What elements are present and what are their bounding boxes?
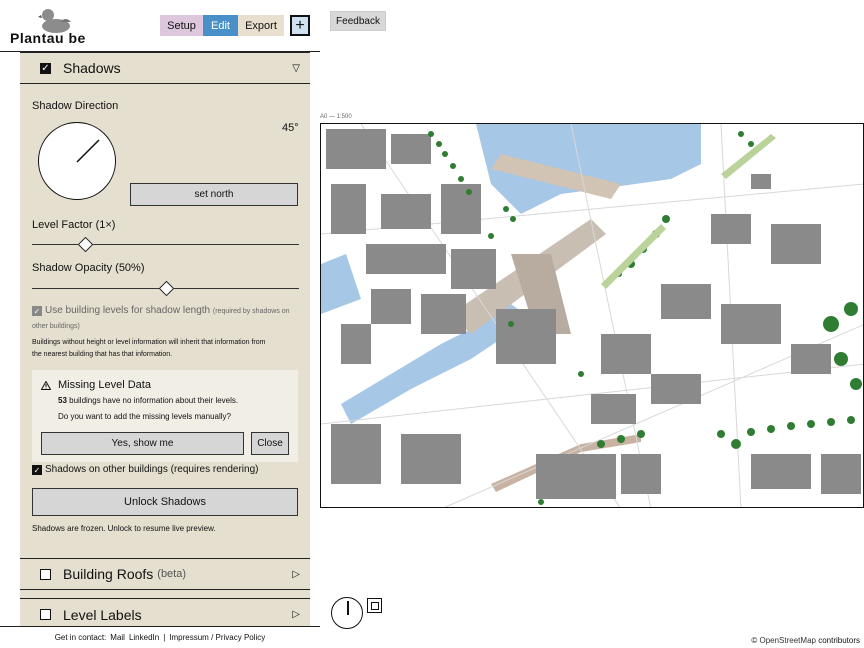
building-roofs-title: Building Roofs — [63, 566, 154, 582]
warning-title: Missing Level Data — [58, 379, 151, 391]
footer-mail-link[interactable]: Mail — [110, 633, 125, 642]
shadows-other-buildings-checkbox[interactable]: ✓ — [32, 465, 42, 475]
footer: Get in contact: Mail LinkedIn | Impressu… — [0, 626, 320, 648]
shadows-section-title: Shadows — [63, 60, 121, 76]
set-north-button[interactable]: set north — [130, 183, 298, 206]
level-labels-title: Level Labels — [63, 606, 142, 623]
add-plan-button[interactable]: + — [290, 15, 310, 36]
shadow-direction-dial[interactable] — [38, 122, 116, 200]
use-levels-note: other buildings) — [32, 323, 80, 330]
use-levels-label: Use building levels for shadow length (r… — [45, 305, 290, 316]
osm-attribution-link[interactable]: OpenStreetMap — [759, 636, 815, 645]
city-plan-drawing — [321, 124, 863, 507]
use-levels-checkbox[interactable]: ✓ — [32, 306, 42, 316]
dial-needle-icon — [76, 139, 100, 163]
footer-impressum-link[interactable]: Impressum / Privacy Policy — [169, 633, 265, 642]
shadow-opacity-label: Shadow Opacity (50%) — [32, 262, 145, 274]
level-factor-slider-handle[interactable] — [77, 236, 94, 253]
app-logo[interactable]: Plantau be — [10, 8, 90, 48]
map-canvas[interactable] — [320, 123, 864, 508]
unlock-shadows-button[interactable]: Unlock Shadows — [32, 488, 298, 516]
building-roofs-section-header[interactable]: Building Roofs (beta) ▷ — [20, 558, 310, 590]
shadow-opacity-slider-handle[interactable] — [158, 280, 175, 297]
missing-level-warning: Missing Level Data 53 buildings have no … — [32, 370, 298, 462]
info-text-line2: the nearest building that has that infor… — [32, 351, 173, 358]
shadows-toggle-checkbox[interactable]: ✓ — [40, 62, 51, 74]
sidebar: ✓ Shadows ▽ Shadow Direction 45° set nor… — [20, 52, 310, 630]
logo-text: Plantau be — [10, 30, 86, 46]
shadow-direction-label: Shadow Direction — [32, 100, 119, 112]
building-roofs-checkbox[interactable] — [40, 568, 51, 580]
frozen-note: Shadows are frozen. Unlock to resume liv… — [32, 524, 216, 533]
level-labels-checkbox[interactable] — [40, 609, 51, 620]
shadows-other-buildings-label: Shadows on other buildings (requires ren… — [45, 464, 259, 475]
expand-triangle-icon[interactable]: ▷ — [292, 609, 300, 620]
feedback-button[interactable]: Feedback — [330, 11, 386, 31]
footer-separator: | — [163, 633, 166, 642]
warning-count-text: 53 buildings have no information about t… — [58, 396, 239, 405]
osm-attribution: © OpenStreetMap contributors — [751, 636, 860, 645]
yes-show-me-button[interactable]: Yes, show me — [41, 432, 244, 455]
collapse-triangle-icon[interactable]: ▽ — [292, 63, 300, 74]
warning-triangle-icon — [41, 381, 51, 390]
map-scale-label: A0 — 1:500 — [320, 114, 352, 120]
tab-export[interactable]: Export — [238, 15, 284, 36]
tab-setup[interactable]: Setup — [160, 15, 203, 36]
app-header: Plantau be Setup Edit Export + — [0, 0, 320, 52]
fit-frame-icon[interactable] — [367, 598, 382, 613]
shadows-section-header[interactable]: ✓ Shadows ▽ — [20, 52, 310, 84]
compass-rotation-control[interactable] — [331, 597, 363, 629]
level-factor-slider-track[interactable] — [32, 244, 299, 245]
expand-triangle-icon[interactable]: ▷ — [292, 569, 300, 580]
close-warning-button[interactable]: Close — [251, 432, 289, 455]
tab-edit[interactable]: Edit — [203, 15, 238, 36]
footer-linkedin-link[interactable]: LinkedIn — [129, 633, 159, 642]
beta-badge: (beta) — [157, 568, 187, 580]
warning-question-text: Do you want to add the missing levels ma… — [58, 412, 231, 421]
shadow-direction-value: 45° — [282, 122, 299, 134]
compass-needle-icon — [347, 601, 349, 615]
footer-contact-label: Get in contact: — [54, 633, 107, 642]
level-factor-label: Level Factor (1×) — [32, 219, 116, 231]
